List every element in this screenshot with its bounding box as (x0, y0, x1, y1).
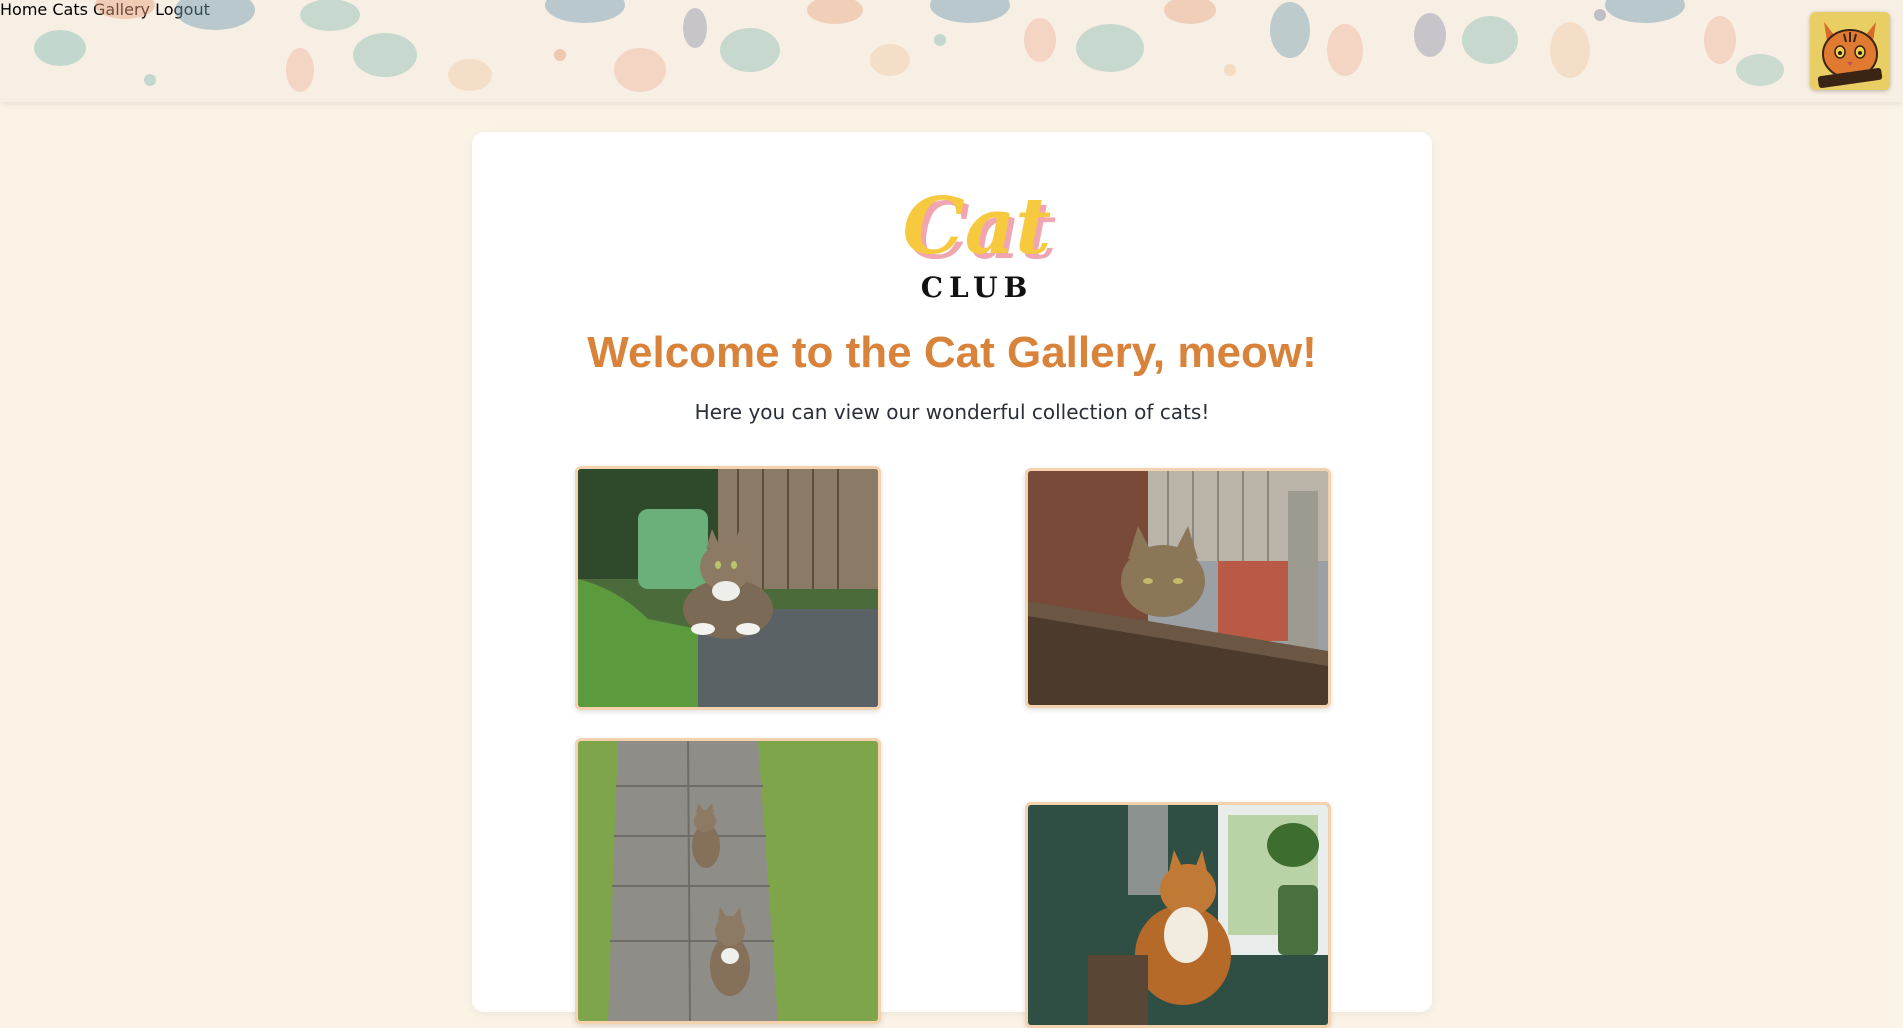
cat-photo-4[interactable] (1025, 802, 1331, 1028)
cat-photo-3[interactable] (575, 738, 881, 1024)
logo-word-cat: Cat (903, 181, 1052, 272)
orange-cat-avatar-icon[interactable] (1810, 12, 1890, 90)
logo-word-club: CLUB (921, 271, 1034, 300)
cat-photo-2[interactable] (1025, 468, 1331, 708)
top-nav-bar: Home Cats Gallery Logout (0, 0, 1903, 102)
page-subtitle: Here you can view our wonderful collecti… (694, 400, 1210, 424)
gallery-card: Cat Cat CLUB Welcome to the Cat Gallery,… (472, 132, 1432, 1028)
cat-photo-1[interactable] (575, 466, 881, 710)
page-title: Welcome to the Cat Gallery, meow! (587, 328, 1317, 377)
paw-pattern-background (34, 0, 1784, 92)
cat-club-logo: Cat Cat CLUB (872, 170, 1082, 304)
